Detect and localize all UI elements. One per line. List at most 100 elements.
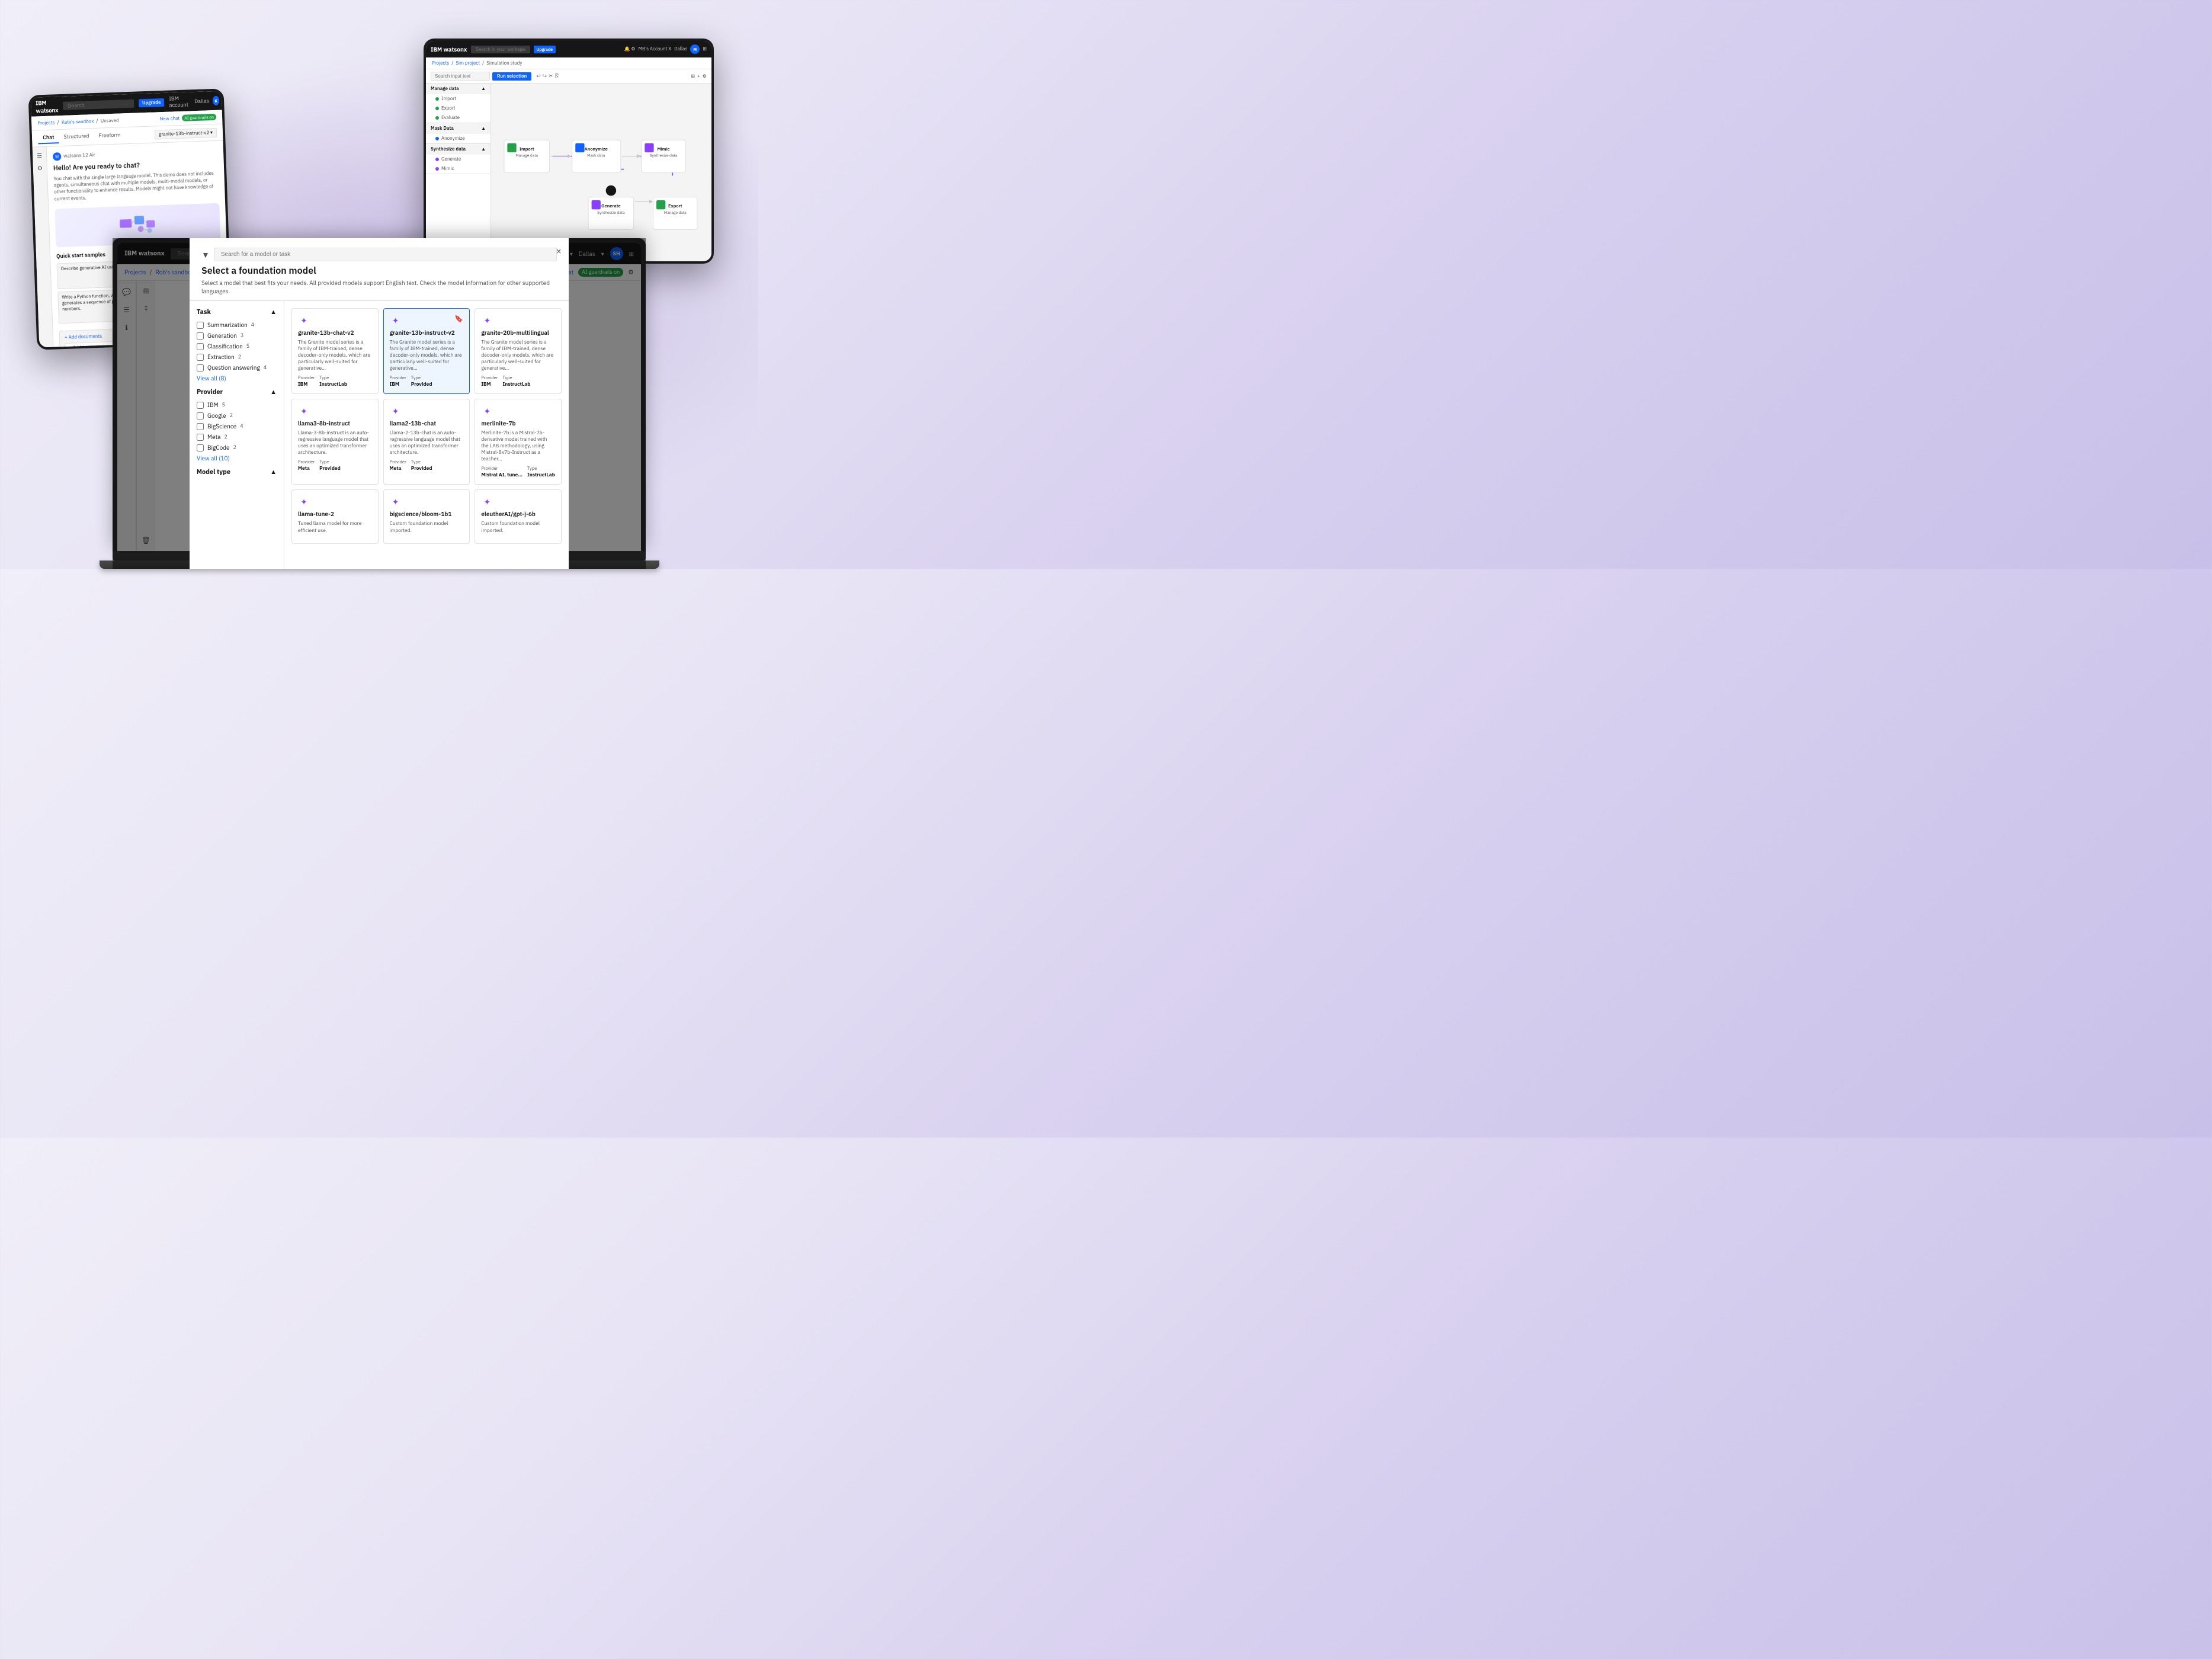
sim-logo: IBM watsonx: [431, 46, 467, 53]
tab-freeform[interactable]: Freeform: [94, 130, 126, 142]
generation-checkbox[interactable]: [197, 332, 204, 340]
filter-meta[interactable]: Meta 2: [197, 433, 277, 441]
breadcrumb-projects[interactable]: Projects: [37, 120, 55, 126]
bookmark-icon[interactable]: 🔖: [454, 315, 463, 324]
extraction-checkbox[interactable]: [197, 354, 204, 361]
modal-subtitle: Select a model that best fits your needs…: [201, 279, 557, 296]
sim-breadcrumb-project[interactable]: Sim project: [456, 60, 480, 66]
model-meta: Provider Meta Type Provided: [390, 459, 464, 472]
export-item[interactable]: Export: [426, 104, 491, 113]
model-card-llama-tune[interactable]: ✦ llama-tune-2 Tuned llama model for mor…: [291, 489, 379, 543]
run-selection-btn[interactable]: Run selection: [492, 72, 531, 81]
new-chat-button[interactable]: New chat: [159, 115, 179, 121]
filter-summarization[interactable]: Summarization 4: [197, 321, 277, 329]
filter-extraction[interactable]: Extraction 2: [197, 353, 277, 361]
filter-ibm[interactable]: IBM 5: [197, 401, 277, 409]
modal-close-button[interactable]: ×: [556, 245, 562, 257]
ibm-checkbox[interactable]: [197, 402, 204, 409]
model-selector[interactable]: granite-13b-instruct-v2 ▾: [155, 127, 217, 139]
redo-icon[interactable]: ↪: [543, 73, 547, 79]
import-item[interactable]: Import: [426, 94, 491, 104]
laptop: IBM watsonx Upgrade ? 🔔 IBM account ▾ Da…: [113, 238, 646, 569]
model-card-llama3[interactable]: ✦ llama3-8b-instruct Llama-3-8b-instruct…: [291, 399, 379, 485]
question-answering-checkbox[interactable]: [197, 364, 204, 371]
svg-text:Generate: Generate: [601, 203, 621, 209]
upgrade-button[interactable]: Upgrade: [139, 98, 165, 108]
breadcrumb-sandbox[interactable]: Kate's sandbox: [62, 118, 94, 126]
mimic-node[interactable]: Mimic Synthesize data: [642, 140, 685, 172]
task-filter-title: Task ▲: [197, 308, 277, 316]
undo-icon[interactable]: ↩: [536, 73, 540, 79]
model-name: bigscience/bloom-1b1: [390, 510, 464, 518]
anonymize-node[interactable]: Anonymize Mask data: [572, 140, 621, 172]
model-type: Type InstructLab: [527, 466, 555, 478]
watsonx-logo: IBM watsonx: [36, 98, 59, 114]
model-name: llama-tune-2: [298, 510, 372, 518]
filter-generation[interactable]: Generation 3: [197, 332, 277, 340]
svg-text:Manage data: Manage data: [664, 210, 687, 215]
sidebar-icon-1[interactable]: ☰: [37, 152, 42, 159]
sim-toolbar: Run selection ↩ ↪ ✂ ⎘ ⊞ + ⚙: [426, 69, 711, 84]
google-checkbox[interactable]: [197, 412, 204, 419]
model-card-llama2[interactable]: ✦ llama2-13b-chat Llama-2-13b-chat is an…: [383, 399, 470, 485]
model-meta: Provider IBM Type InstructLab: [481, 375, 555, 387]
model-card-gptj[interactable]: ✦ eleutherAI/gpt-j-6b Custom foundation …: [475, 489, 562, 543]
model-desc: Tuned llama model for more efficient use…: [298, 520, 372, 533]
model-meta: Provider Meta Type Provided: [298, 459, 372, 472]
classification-checkbox[interactable]: [197, 343, 204, 350]
tab-chat[interactable]: Chat: [38, 132, 59, 144]
sim-breadcrumb-projects[interactable]: Projects: [432, 60, 449, 66]
navbar-right: IBM account Dallas K: [169, 94, 220, 109]
cut-icon[interactable]: ✂: [549, 73, 553, 79]
sim-upgrade[interactable]: Upgrade: [534, 46, 556, 53]
region-label: Dallas: [194, 98, 209, 105]
meta-checkbox[interactable]: [197, 434, 204, 441]
zoom-in-icon[interactable]: +: [697, 73, 700, 79]
model-card-granite-13b-chat[interactable]: ✦ granite-13b-chat-v2 The Granite model …: [291, 308, 379, 394]
model-card-granite-20b[interactable]: ✦ granite-20b-multilingual The Granite m…: [475, 308, 562, 394]
filter-bigcode[interactable]: BigCode 2: [197, 444, 277, 451]
bigcode-checkbox[interactable]: [197, 444, 204, 451]
model-icon: ✦: [481, 496, 493, 508]
svg-text:Anonymize: Anonymize: [585, 146, 608, 152]
tab-structured[interactable]: Structured: [59, 131, 94, 143]
model-card-header: ✦: [481, 315, 555, 326]
filter-classification[interactable]: Classification 5: [197, 342, 277, 350]
sim-search-input[interactable]: [431, 72, 490, 81]
import-dot: [435, 97, 439, 101]
evaluate-item[interactable]: Evaluate: [426, 113, 491, 123]
model-name: llama2-13b-chat: [390, 419, 464, 427]
svg-text:Manage data: Manage data: [515, 153, 538, 158]
bigscience-checkbox[interactable]: [197, 423, 204, 430]
modal-title: Select a foundation model: [201, 265, 557, 277]
generate-item[interactable]: Generate: [426, 155, 491, 164]
sidebar-icon-2[interactable]: ⚙: [37, 164, 43, 172]
settings-icon[interactable]: ⚙: [703, 73, 707, 79]
model-card-header: ✦: [298, 315, 372, 326]
summarization-checkbox[interactable]: [197, 322, 204, 329]
generate-node[interactable]: Generate Synthesize data: [588, 185, 634, 229]
model-icon: ✦: [390, 405, 402, 417]
model-card-merlinite[interactable]: ✦ merlinite-7b Merlinite-7b is a Mistral…: [475, 399, 562, 485]
model-search-header[interactable]: [214, 248, 557, 261]
synthesize-section: Synthesize data ▲ Generate Mimic: [426, 144, 491, 174]
export-dot: [435, 107, 439, 110]
view-all-task[interactable]: View all (8): [197, 374, 277, 382]
import-node[interactable]: Import Manage data: [504, 140, 550, 172]
model-provider: Provider IBM: [298, 375, 315, 387]
anonymize-item[interactable]: Anonymize: [426, 134, 491, 143]
model-card-header: ✦: [481, 496, 555, 508]
mask-data-header: Mask Data ▲: [426, 123, 491, 134]
search-input[interactable]: [63, 100, 134, 110]
model-card-bloom[interactable]: ✦ bigscience/bloom-1b1 Custom foundation…: [383, 489, 470, 543]
mimic-item[interactable]: Mimic: [426, 164, 491, 174]
filter-google[interactable]: Google 2: [197, 412, 277, 419]
model-card-granite-13b-instruct[interactable]: ✦ 🔖 granite-13b-instruct-v2 The Granite …: [383, 308, 470, 394]
export-node[interactable]: Export Manage data: [653, 197, 697, 230]
copy-icon[interactable]: ⎘: [555, 73, 559, 79]
filter-bigscience[interactable]: BigScience 4: [197, 422, 277, 430]
view-all-provider[interactable]: View all (10): [197, 454, 277, 462]
sim-search[interactable]: [471, 46, 530, 53]
zoom-fit-icon[interactable]: ⊞: [691, 73, 695, 79]
filter-question-answering[interactable]: Question answering 4: [197, 364, 277, 371]
